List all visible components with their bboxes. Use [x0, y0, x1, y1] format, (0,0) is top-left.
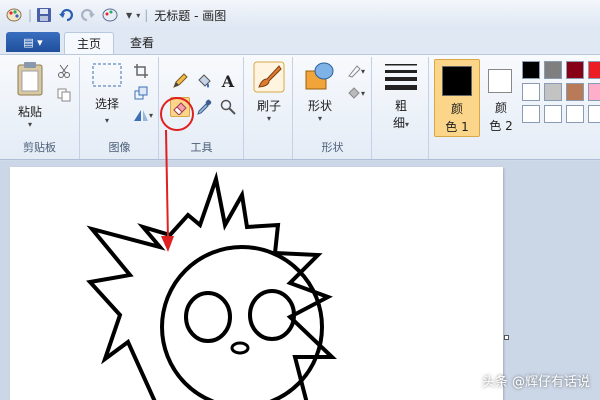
palette-swatch[interactable] — [522, 83, 540, 101]
tools-group: A 工具 — [160, 57, 244, 159]
palette-swatch[interactable] — [522, 105, 540, 123]
paste-icon — [17, 62, 43, 96]
brush-group: 刷子 ▾ — [245, 57, 293, 159]
brush-button[interactable]: 刷子 ▾ — [251, 61, 287, 123]
color1-label-line2: 色 1 — [445, 120, 469, 134]
palette-swatch[interactable] — [544, 61, 562, 79]
drawing-canvas[interactable] — [10, 167, 503, 400]
separator: | — [144, 8, 149, 22]
color2-label-line2: 色 2 — [489, 119, 513, 133]
quick-access-palette-icon[interactable] — [100, 5, 120, 25]
line-size-icon — [385, 64, 417, 90]
image-group: 选择 ▾ ▾ 图像 — [81, 57, 159, 159]
palette-swatch[interactable] — [566, 61, 584, 79]
chevron-down-icon: ▾ — [405, 120, 410, 129]
color-palette — [522, 61, 600, 131]
sun-drawing — [86, 171, 337, 400]
size-label-line1: 粗 — [394, 99, 407, 113]
fill-bucket-icon[interactable] — [194, 71, 214, 91]
brush-label: 刷子 — [256, 99, 281, 113]
canvas-workspace — [0, 161, 600, 400]
palette-swatch[interactable] — [588, 61, 600, 79]
paste-button[interactable]: 粘贴 ▾ — [10, 61, 50, 129]
save-icon[interactable] — [34, 5, 54, 25]
menu-icon: ▤ ▾ — [23, 35, 43, 49]
chevron-down-icon: ▾ — [266, 114, 271, 123]
paint-app-icon[interactable] — [4, 5, 24, 25]
size-label-line2: 细 — [392, 116, 405, 130]
canvas-resize-handle[interactable] — [504, 335, 509, 340]
color1-swatch — [442, 66, 472, 96]
chevron-down-icon: ▾ — [148, 110, 153, 120]
tab-home[interactable]: 主页 — [64, 32, 115, 54]
chevron-down-icon: ▾ — [360, 88, 365, 98]
crop-icon[interactable] — [131, 61, 151, 81]
title-bar: | ▼ ▾ | 无标题 - 画图 — [0, 0, 600, 30]
tab-view[interactable]: 查看 — [118, 32, 166, 54]
fill-icon[interactable]: ▾ — [344, 83, 368, 103]
watermark: 头条 @辉仔有话说 — [481, 375, 590, 390]
palette-swatch[interactable] — [588, 83, 600, 101]
chevron-down-icon: ▾ — [360, 66, 365, 76]
palette-swatch[interactable] — [566, 83, 584, 101]
file-menu-button[interactable]: ▤ ▾ — [6, 32, 60, 52]
redo-icon[interactable] — [78, 5, 98, 25]
window-title: 无标题 - 画图 — [154, 8, 227, 23]
chevron-down-icon: ▾ — [317, 114, 322, 123]
pencil-icon[interactable] — [170, 71, 190, 91]
chevron-down-icon: ▾ — [27, 120, 32, 129]
size-group: 粗 细▾ — [373, 57, 429, 159]
palette-swatch[interactable] — [544, 83, 562, 101]
select-button[interactable]: 选择 ▾ — [87, 61, 127, 125]
image-group-label: 图像 — [108, 141, 131, 154]
customize-quick-access-icon[interactable]: ▾ — [136, 11, 140, 20]
separator: | — [28, 8, 33, 22]
select-icon — [92, 63, 122, 87]
shapes-group: 形状 ▾ ▾ ▾ 形状 — [294, 57, 372, 159]
chevron-down-icon[interactable]: ▼ — [126, 11, 132, 20]
cut-icon[interactable] — [54, 61, 74, 81]
paste-label: 粘贴 — [17, 105, 42, 119]
shapes-icon — [305, 62, 334, 90]
color1-button[interactable]: 颜 色 1 — [434, 59, 480, 137]
shapes-button[interactable]: 形状 ▾ — [300, 61, 340, 123]
clipboard-group: 粘贴 ▾ 剪贴板 — [0, 57, 80, 159]
eraser-icon[interactable] — [170, 97, 190, 117]
palette-swatch[interactable] — [566, 105, 584, 123]
color2-swatch — [488, 69, 512, 93]
brush-icon — [253, 61, 285, 93]
size-button[interactable]: 粗 细▾ — [383, 61, 419, 131]
magnifier-icon[interactable] — [218, 97, 238, 117]
color-picker-icon[interactable] — [194, 97, 214, 117]
text-tool-icon[interactable]: A — [218, 71, 238, 91]
palette-swatch[interactable] — [522, 61, 540, 79]
copy-icon[interactable] — [54, 85, 74, 105]
outline-icon[interactable]: ▾ — [344, 61, 368, 81]
shapes-group-label: 形状 — [321, 141, 344, 154]
ribbon-tab-row: ▤ ▾ 主页 查看 — [0, 30, 600, 54]
color2-label-line1: 颜 — [494, 101, 507, 115]
undo-icon[interactable] — [56, 5, 76, 25]
color2-button[interactable]: 颜 色 2 — [484, 59, 518, 137]
rotate-icon[interactable]: ▾ — [129, 105, 157, 125]
select-label: 选择 — [94, 97, 119, 111]
color1-label-line1: 颜 — [450, 102, 463, 116]
chevron-down-icon: ▾ — [104, 116, 109, 125]
clipboard-group-label: 剪贴板 — [23, 141, 56, 154]
palette-swatch[interactable] — [588, 105, 600, 123]
ribbon: 粘贴 ▾ 剪贴板 选择 ▾ ▾ 图像 A 工具 刷子 ▾ 形状 ▾ ▾ ▾ 形状… — [0, 54, 600, 160]
palette-swatch[interactable] — [544, 105, 562, 123]
shapes-label: 形状 — [307, 99, 332, 113]
resize-icon[interactable] — [131, 83, 151, 103]
tools-group-label: 工具 — [190, 141, 213, 154]
